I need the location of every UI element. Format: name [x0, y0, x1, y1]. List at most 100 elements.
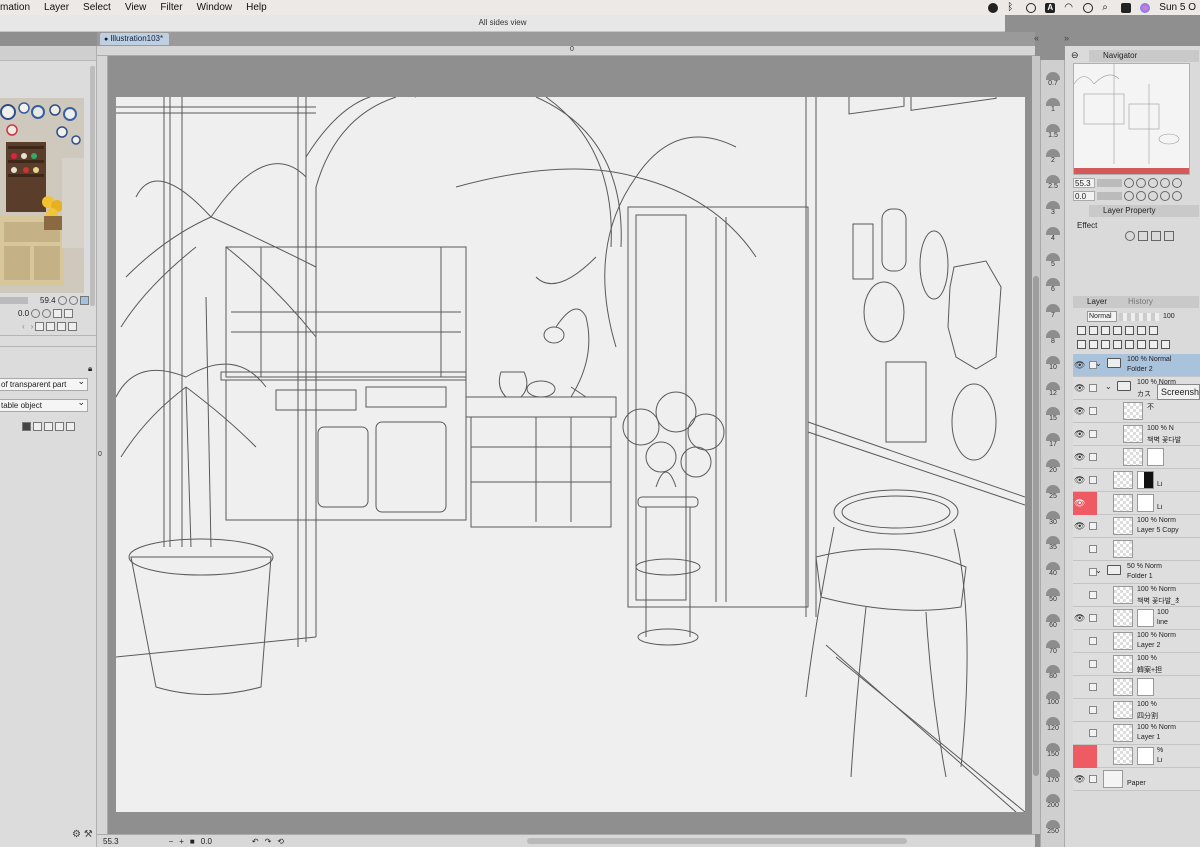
layer-row[interactable]: 100 % 韓案+担: [1073, 653, 1200, 676]
zoom-level-label[interactable]: 17: [1041, 441, 1065, 448]
visibility-eye-icon[interactable]: [1074, 567, 1084, 577]
fit-icon[interactable]: [79, 295, 89, 305]
navigator-rotate-value[interactable]: 0.0: [1073, 190, 1095, 201]
rotate-left-icon[interactable]: ↶: [252, 837, 259, 846]
tab-layer[interactable]: Layer: [1087, 296, 1107, 308]
next-icon[interactable]: ›: [31, 322, 34, 331]
stop-icon[interactable]: ■: [190, 837, 195, 846]
delete-layer-icon[interactable]: [1149, 340, 1158, 349]
play-icon[interactable]: [1026, 2, 1037, 13]
layer-row[interactable]: 👁︎ 100 line: [1073, 607, 1200, 630]
trash-icon[interactable]: [1161, 340, 1170, 349]
layer-row[interactable]: 👁︎ Paper: [1073, 768, 1200, 791]
zoom-level-label[interactable]: 10: [1041, 364, 1065, 371]
layer-row[interactable]: [1073, 676, 1200, 699]
zoom-level-label[interactable]: 200: [1041, 802, 1065, 809]
collapse-right-icon[interactable]: »: [1064, 33, 1069, 43]
zoom-level-label[interactable]: 3: [1041, 209, 1065, 216]
layer-row[interactable]: % Li: [1073, 745, 1200, 768]
texture-icon[interactable]: [1164, 231, 1174, 241]
zoom-out-icon[interactable]: [1124, 177, 1134, 188]
zoom-in-icon[interactable]: [1136, 177, 1146, 188]
creative-cloud-icon[interactable]: [988, 2, 999, 13]
zoom-level-label[interactable]: 35: [1041, 544, 1065, 551]
zoom-level-label[interactable]: 50: [1041, 596, 1065, 603]
layer-check[interactable]: [1089, 614, 1097, 622]
zoom-level-label[interactable]: 25: [1041, 493, 1065, 500]
visibility-eye-icon[interactable]: 👁︎: [1074, 774, 1085, 784]
zoom-level-label[interactable]: 1.5: [1041, 132, 1065, 139]
chevron-down-icon[interactable]: ⌄: [1095, 359, 1102, 368]
artboard[interactable]: [116, 97, 1025, 812]
siri-icon[interactable]: [1140, 2, 1151, 13]
layer-check[interactable]: [1089, 453, 1097, 461]
mode-icon-1[interactable]: [22, 421, 31, 431]
ruler-icon[interactable]: [1149, 326, 1158, 335]
tone-effect-icon[interactable]: [1138, 231, 1148, 241]
zoom-level-label[interactable]: 1: [1041, 106, 1065, 113]
zoom-level-label[interactable]: 4: [1041, 235, 1065, 242]
chevron-down-icon[interactable]: ⌄: [1105, 382, 1112, 391]
fit-icon[interactable]: [1160, 177, 1170, 188]
visibility-eye-icon[interactable]: [1074, 682, 1084, 692]
mask-enable-icon[interactable]: [1137, 326, 1146, 335]
layer-mask[interactable]: [1147, 448, 1164, 466]
layer-mask[interactable]: [1137, 471, 1154, 489]
clock[interactable]: Sun 5 O: [1159, 2, 1196, 13]
layer-check[interactable]: [1089, 637, 1097, 645]
zoom-in-icon[interactable]: [68, 295, 78, 305]
layer-row[interactable]: 👁︎ 100 % Norm Layer 5 Copy: [1073, 515, 1200, 538]
border-effect-icon[interactable]: [1125, 231, 1135, 241]
new-folder-icon[interactable]: [1101, 340, 1110, 349]
layer-row[interactable]: 👁︎ 100 % N 책벽 꽃다발: [1073, 423, 1200, 446]
lock-transparent-icon[interactable]: [1125, 326, 1134, 335]
input-source-icon[interactable]: A: [1045, 2, 1056, 13]
visibility-eye-icon[interactable]: [1074, 544, 1084, 554]
zoom-level-label[interactable]: 2.5: [1041, 183, 1065, 190]
left-panel-scrollbar[interactable]: [90, 66, 95, 306]
status-rotate[interactable]: 0.0: [201, 837, 212, 846]
transparent-part-select[interactable]: of transparent part: [0, 376, 88, 391]
time-machine-icon[interactable]: [1083, 2, 1094, 13]
layer-row[interactable]: 👁︎: [1073, 446, 1200, 469]
zoom-level-label[interactable]: 60: [1041, 622, 1065, 629]
rotate-right-icon[interactable]: ↷: [265, 837, 272, 846]
object-select[interactable]: table object: [0, 397, 88, 412]
layer-mask[interactable]: [1137, 747, 1154, 765]
visibility-eye-icon[interactable]: [1074, 590, 1084, 600]
menu-view[interactable]: View: [119, 2, 155, 13]
visibility-eye-icon[interactable]: 👁︎: [1074, 452, 1085, 462]
prev-icon[interactable]: ‹: [22, 322, 25, 331]
layer-check[interactable]: [1089, 476, 1097, 484]
navigator-zoom-slider[interactable]: [1097, 178, 1122, 187]
layer-row[interactable]: 👁︎ Li: [1073, 492, 1200, 515]
layer-mask[interactable]: [1137, 494, 1154, 512]
tab-illustration[interactable]: ● Illustration103*: [100, 33, 170, 45]
layer-row[interactable]: 👁︎ ⌄ 100 % Normal Folder 2: [1073, 354, 1200, 377]
menu-filter[interactable]: Filter: [154, 2, 190, 13]
zoom-level-label[interactable]: 100: [1041, 699, 1065, 706]
reset-icon[interactable]: ⟲: [277, 837, 284, 846]
draft-icon[interactable]: [1101, 326, 1110, 335]
layer-check[interactable]: [1089, 729, 1097, 737]
layer-check[interactable]: [1089, 660, 1097, 668]
zoom-slider[interactable]: [0, 296, 28, 304]
zoom-level-label[interactable]: 150: [1041, 751, 1065, 758]
clip-icon[interactable]: [1077, 326, 1086, 335]
layer-mask[interactable]: [1137, 678, 1154, 696]
new-raster-icon[interactable]: [1077, 340, 1086, 349]
flip-icon[interactable]: [64, 308, 74, 318]
layer-row[interactable]: [1073, 538, 1200, 561]
visibility-eye-icon[interactable]: [1074, 728, 1084, 738]
flip-h-icon[interactable]: [1160, 190, 1170, 201]
mode-icon-3[interactable]: [44, 421, 53, 431]
fill-icon[interactable]: [1172, 177, 1182, 188]
layer-mask[interactable]: [1137, 609, 1154, 627]
zoom-level-label[interactable]: 30: [1041, 519, 1065, 526]
canvas-vertical-scrollbar[interactable]: [1032, 56, 1040, 834]
chevron-down-icon[interactable]: ⌄: [1095, 566, 1102, 575]
wifi-icon[interactable]: ◠: [1064, 2, 1074, 13]
merge-icon[interactable]: [1125, 340, 1134, 349]
rotate-right-icon[interactable]: [1136, 190, 1146, 201]
mode-icon-5[interactable]: [66, 421, 75, 431]
